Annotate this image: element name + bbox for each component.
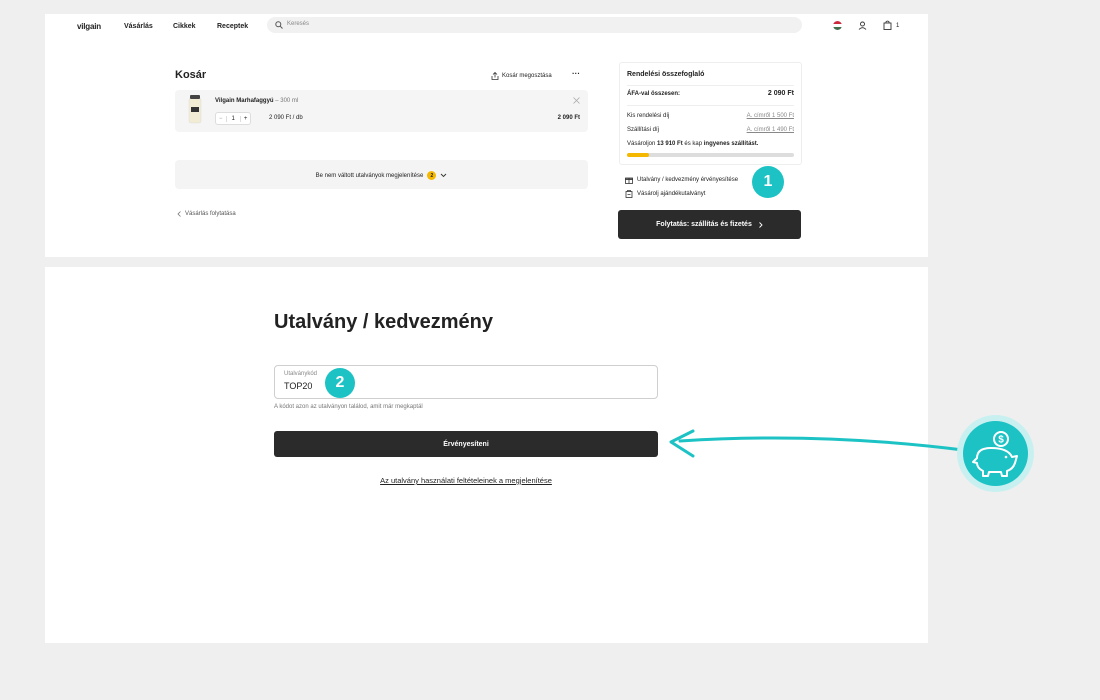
piggy-bank-badge: $ [957, 415, 1034, 492]
piggy-bank-icon: $ [972, 431, 1018, 477]
svg-text:$: $ [998, 435, 1004, 446]
annotation-arrow [669, 429, 965, 458]
